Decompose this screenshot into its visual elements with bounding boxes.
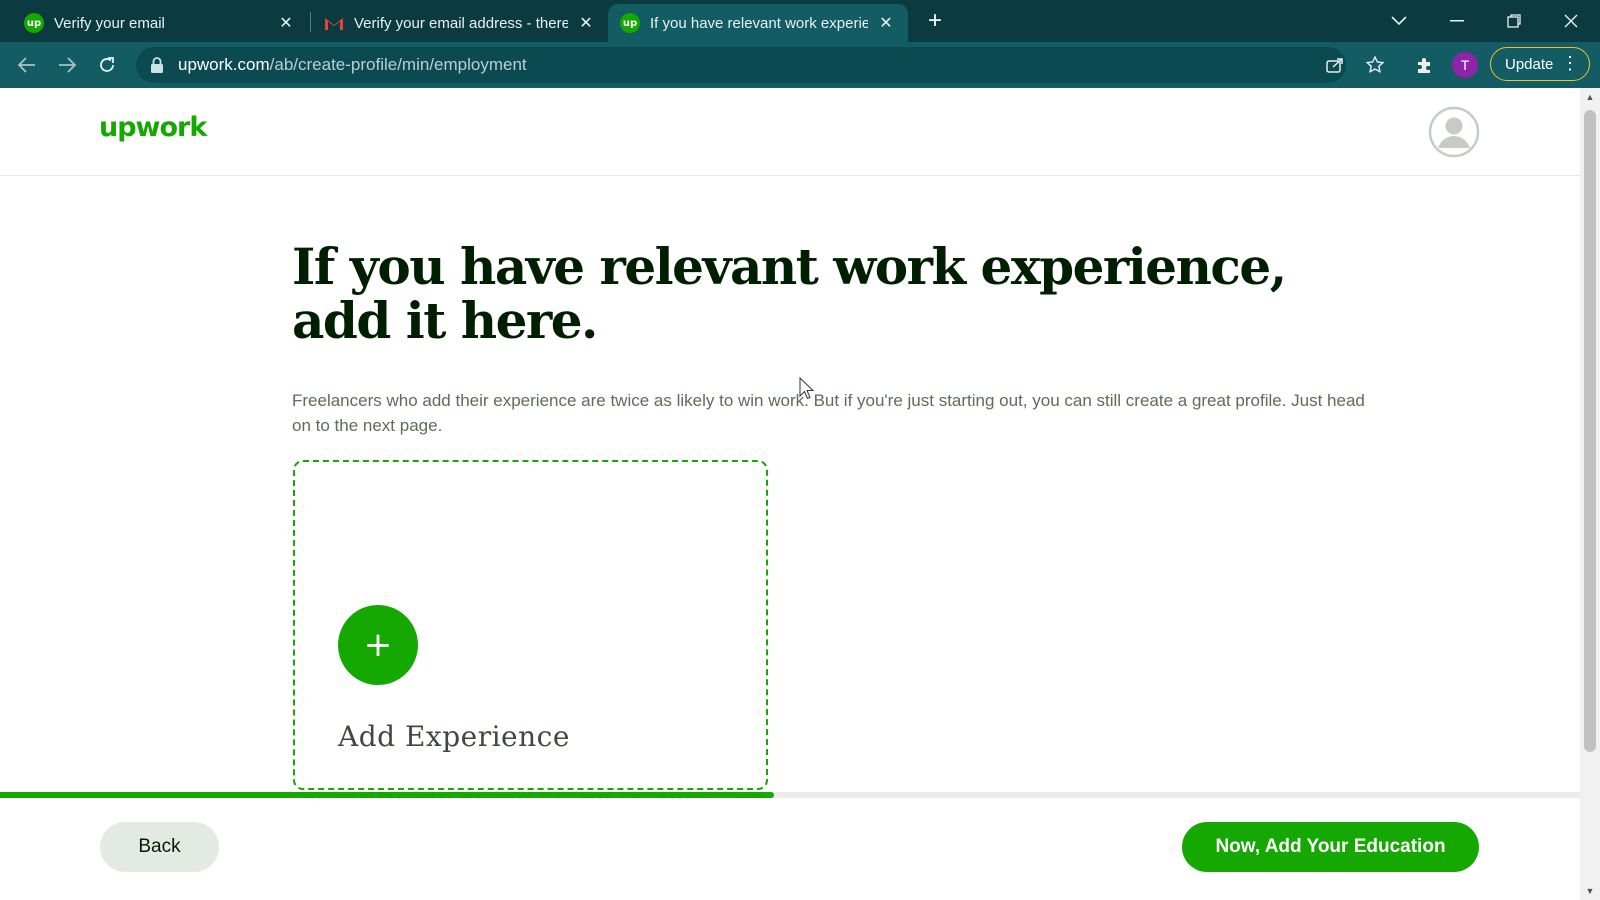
close-icon[interactable]: ✕ (276, 13, 296, 33)
restore-icon[interactable] (1499, 6, 1529, 36)
close-icon[interactable]: ✕ (576, 13, 596, 33)
minimize-icon[interactable] (1442, 6, 1472, 36)
browser-tab-strip: up Verify your email ✕ Verify your email… (0, 0, 1600, 42)
tab-gmail-verify[interactable]: Verify your email address - there ✕ (312, 4, 608, 42)
update-button[interactable]: Update ⋮ (1490, 47, 1590, 81)
url-host: upwork.com (178, 55, 270, 74)
tab-separator (310, 12, 311, 32)
extensions-puzzle-icon[interactable] (1411, 51, 1439, 79)
back-button[interactable]: Back (100, 822, 219, 872)
forward-arrow-icon[interactable] (53, 51, 81, 79)
footer-actions: Back Now, Add Your Education (0, 798, 1580, 900)
page-content: upwork If you have relevant work experie… (0, 88, 1580, 900)
share-icon[interactable] (1321, 51, 1349, 79)
back-arrow-icon[interactable] (13, 51, 41, 79)
page-title-line-1: If you have relevant work experience, (292, 237, 1287, 296)
lock-icon (151, 57, 163, 73)
add-experience-label: Add Experience (338, 720, 570, 753)
scroll-down-arrow-icon[interactable]: ▼ (1585, 886, 1595, 896)
browser-toolbar: upwork.com/ab/create-profile/min/employm… (0, 42, 1600, 88)
upwork-favicon-icon: up (24, 13, 44, 33)
add-experience-card[interactable]: + Add Experience (293, 460, 768, 790)
tab-search-chevron-icon[interactable] (1384, 6, 1414, 36)
site-header: upwork (0, 88, 1580, 176)
user-avatar-icon[interactable] (1428, 106, 1480, 158)
url-text: upwork.com/ab/create-profile/min/employm… (178, 55, 527, 75)
update-label: Update (1505, 55, 1554, 73)
page-title-line-2: add it here. (292, 291, 598, 350)
tab-title: Verify your email address - there (354, 14, 568, 32)
page-scrollbar[interactable]: ▲ ▼ (1580, 88, 1600, 900)
upwork-favicon-icon: up (620, 13, 640, 33)
profile-avatar[interactable]: T (1452, 52, 1478, 78)
menu-dots-icon[interactable]: ⋮ (1561, 54, 1579, 72)
close-window-icon[interactable] (1556, 6, 1586, 36)
tab-title: Verify your email (54, 14, 165, 32)
scrollbar-thumb[interactable] (1584, 110, 1596, 752)
tab-title: If you have relevant work experie (650, 14, 868, 32)
new-tab-plus-icon[interactable]: + (922, 7, 948, 34)
tab-work-experience[interactable]: up If you have relevant work experie ✕ (608, 4, 908, 42)
bookmark-star-icon[interactable] (1361, 51, 1389, 79)
url-path: /ab/create-profile/min/employment (269, 55, 527, 74)
page-title: If you have relevant work experience, ad… (292, 240, 1292, 348)
mouse-cursor-icon (799, 377, 815, 400)
add-plus-icon[interactable]: + (338, 605, 418, 685)
close-icon[interactable]: ✕ (876, 13, 896, 33)
upwork-logo[interactable]: upwork (99, 112, 207, 143)
tab-verify-email[interactable]: up Verify your email ✕ (12, 4, 308, 42)
add-education-button[interactable]: Now, Add Your Education (1182, 822, 1479, 872)
address-bar[interactable]: upwork.com/ab/create-profile/min/employm… (136, 47, 1346, 83)
gmail-icon (324, 13, 344, 33)
scroll-up-arrow-icon[interactable]: ▲ (1585, 92, 1595, 102)
reload-icon[interactable] (93, 51, 121, 79)
page-description: Freelancers who add their experience are… (292, 391, 1365, 435)
